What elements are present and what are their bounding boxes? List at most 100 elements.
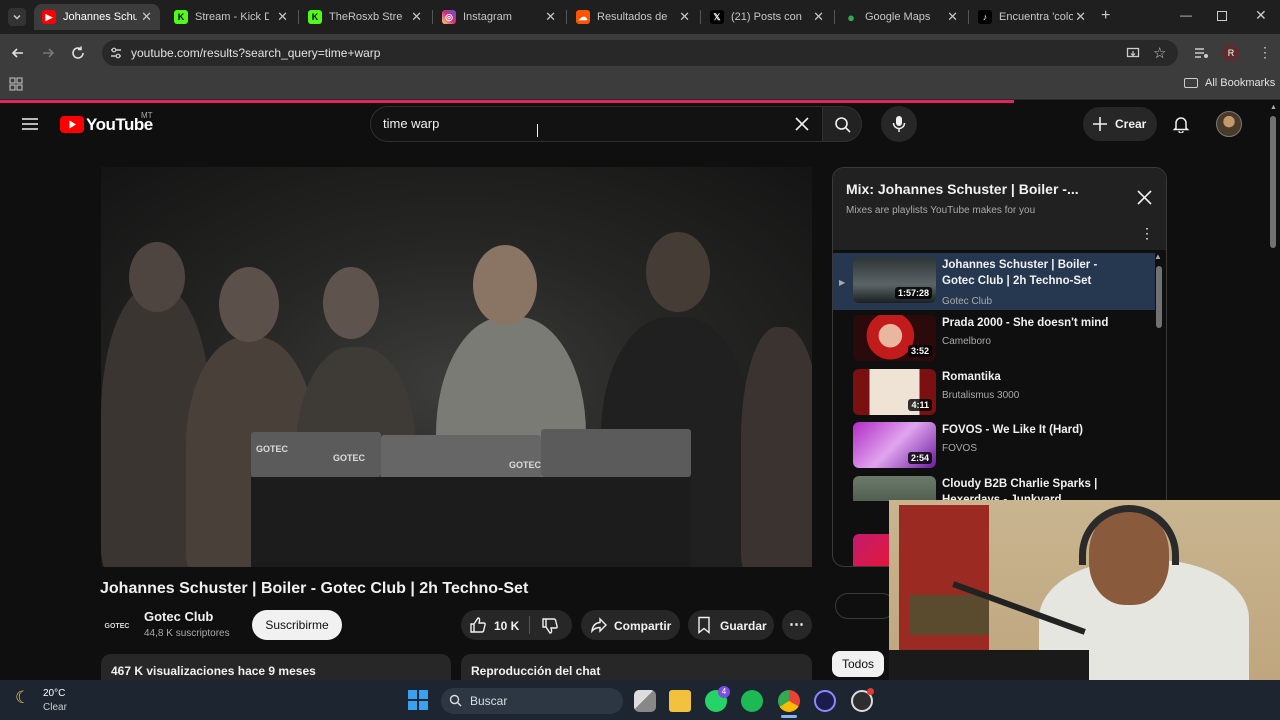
profile-avatar[interactable]: R bbox=[1222, 44, 1240, 62]
close-tab-icon[interactable]: ✕ bbox=[1075, 9, 1086, 25]
mix-menu-icon[interactable]: ⋮ bbox=[1140, 225, 1154, 242]
microphone-icon bbox=[892, 116, 906, 132]
playlist-item-current[interactable]: 1:57:28 Johannes Schuster | Boiler - Got… bbox=[833, 253, 1155, 310]
save-button-label: Guardar bbox=[720, 619, 767, 633]
playlist-item-title: Romantika bbox=[942, 371, 1001, 383]
chrome-icon[interactable] bbox=[778, 690, 800, 712]
crowd-head bbox=[323, 267, 379, 339]
subscribe-button[interactable]: Suscribirme bbox=[252, 610, 342, 640]
notifications-bell-icon[interactable] bbox=[1172, 115, 1190, 133]
deck-brand-label: GOTEC bbox=[333, 453, 366, 463]
search-icon bbox=[449, 694, 462, 707]
close-panel-icon[interactable] bbox=[1136, 189, 1153, 206]
page-scrollbar[interactable] bbox=[1270, 116, 1276, 248]
active-app-indicator bbox=[781, 715, 797, 718]
dj-deck bbox=[541, 429, 691, 477]
page-scroll-up-icon[interactable]: ▲ bbox=[1270, 104, 1277, 111]
windows-start-icon[interactable] bbox=[408, 690, 428, 710]
chrome-menu-icon[interactable]: ⋮ bbox=[1258, 44, 1272, 61]
close-tab-icon[interactable]: ✕ bbox=[813, 9, 824, 25]
moon-weather-icon: ☾ bbox=[15, 688, 31, 707]
tab-separator bbox=[432, 10, 433, 24]
task-view-icon[interactable] bbox=[634, 690, 656, 712]
apps-grid-icon[interactable] bbox=[9, 77, 23, 91]
chip-todos[interactable]: Todos bbox=[832, 651, 884, 677]
new-tab-button[interactable]: + bbox=[1101, 7, 1110, 25]
url-text[interactable]: youtube.com/results?search_query=time+wa… bbox=[131, 46, 380, 60]
mix-scrollbar[interactable] bbox=[1156, 266, 1162, 328]
dislike-thumb-icon[interactable] bbox=[541, 617, 559, 635]
soundcloud-icon: ☁ bbox=[576, 10, 590, 24]
kick-icon: K bbox=[308, 10, 322, 24]
browser-tab-kick-2[interactable]: K TheRosxb Stream ✕ bbox=[300, 4, 430, 30]
close-tab-icon[interactable]: ✕ bbox=[947, 9, 958, 25]
reload-icon[interactable] bbox=[70, 45, 86, 61]
restore-window-icon[interactable] bbox=[1217, 11, 1227, 21]
channel-name-link[interactable]: Gotec Club bbox=[144, 609, 213, 624]
like-thumb-icon[interactable] bbox=[469, 616, 487, 634]
deck-brand-label: GOTEC bbox=[509, 460, 542, 470]
search-input[interactable]: time warp bbox=[383, 116, 439, 131]
bookmark-star-icon[interactable]: ☆ bbox=[1153, 44, 1166, 62]
browser-tab-tiktok[interactable]: ♪ Encuentra 'colon ✕ bbox=[970, 4, 1094, 30]
browser-tab-x[interactable]: 𝕏 (21) Posts con co ✕ bbox=[702, 4, 832, 30]
back-arrow-icon[interactable] bbox=[10, 45, 26, 61]
like-count[interactable]: 10 K bbox=[494, 619, 519, 633]
close-tab-icon[interactable]: ✕ bbox=[277, 9, 288, 25]
mix-scroll-up-icon[interactable]: ▲ bbox=[1154, 252, 1162, 261]
forward-arrow-icon[interactable] bbox=[40, 45, 56, 61]
clear-search-icon[interactable] bbox=[793, 115, 811, 133]
close-tab-icon[interactable]: ✕ bbox=[679, 9, 690, 25]
weather-description[interactable]: Clear bbox=[43, 702, 67, 713]
site-info-icon[interactable] bbox=[109, 46, 123, 60]
voice-search-button[interactable] bbox=[881, 106, 917, 142]
browser-tab-soundcloud[interactable]: ☁ Resultados de ra ✕ bbox=[568, 4, 698, 30]
duration-badge: 1:57:28 bbox=[894, 287, 932, 299]
account-avatar[interactable] bbox=[1216, 111, 1242, 137]
spotify-icon[interactable] bbox=[741, 690, 763, 712]
hamburger-menu-icon[interactable] bbox=[21, 116, 39, 132]
like-divider bbox=[529, 616, 530, 634]
all-bookmarks-link[interactable]: All Bookmarks bbox=[1205, 77, 1275, 89]
minimize-window-icon[interactable]: — bbox=[1180, 8, 1192, 22]
video-player[interactable]: GOTEC GOTEC GOTEC bbox=[101, 167, 812, 567]
playlist-item-title: FOVOS - We Like It (Hard) bbox=[942, 424, 1083, 436]
playlist-item[interactable]: 2:54 FOVOS - We Like It (Hard) FOVOS bbox=[833, 418, 1155, 475]
browser-tab-google-maps[interactable]: ● Google Maps ✕ bbox=[836, 4, 966, 30]
file-explorer-icon[interactable] bbox=[669, 690, 691, 712]
create-button-label: Crear bbox=[1115, 117, 1147, 131]
weather-temperature[interactable]: 20°C bbox=[43, 688, 65, 699]
deck-brand-label: GOTEC bbox=[256, 444, 289, 454]
browser-tab-instagram[interactable]: ◎ Instagram ✕ bbox=[434, 4, 564, 30]
tab-search-button[interactable] bbox=[8, 8, 26, 26]
video-thumbnail bbox=[853, 534, 889, 566]
mix-title[interactable]: Mix: Johannes Schuster | Boiler -... bbox=[846, 181, 1106, 197]
playlist-item[interactable]: 3:52 Prada 2000 - She doesn't mind Camel… bbox=[833, 311, 1155, 368]
install-app-icon[interactable] bbox=[1126, 46, 1140, 60]
crowd-head bbox=[129, 242, 185, 312]
tab-separator bbox=[298, 10, 299, 24]
channel-avatar[interactable]: GOTEC bbox=[101, 610, 133, 642]
youtube-logo-icon[interactable] bbox=[60, 116, 84, 133]
bookmark-icon bbox=[698, 616, 710, 634]
browser-tab-youtube[interactable]: ▶ Johannes Schust ✕ bbox=[34, 4, 160, 30]
media-controls-icon[interactable] bbox=[1194, 46, 1209, 60]
taskbar-search-box[interactable] bbox=[441, 688, 623, 714]
close-tab-icon[interactable]: ✕ bbox=[545, 9, 556, 25]
search-button[interactable] bbox=[822, 106, 862, 142]
playlist-item[interactable]: Cloudy B2B Charlie Sparks | Hexerdays - … bbox=[833, 472, 1155, 501]
playlist-item[interactable]: 4:11 Romantika Brutalismus 3000 bbox=[833, 365, 1155, 422]
search-icon bbox=[835, 117, 851, 133]
tab-title: Johannes Schust bbox=[63, 11, 137, 23]
webcam-overlay bbox=[889, 500, 1280, 680]
close-window-icon[interactable]: ✕ bbox=[1255, 7, 1267, 24]
tab-title: Stream - Kick Da bbox=[195, 11, 269, 23]
crowd-figure bbox=[741, 327, 812, 567]
browser-tab-kick-1[interactable]: K Stream - Kick Da ✕ bbox=[166, 4, 296, 30]
obs-icon[interactable] bbox=[814, 690, 836, 712]
share-button-label: Compartir bbox=[614, 619, 672, 633]
playlist-item-channel: FOVOS bbox=[942, 443, 978, 454]
maps-pin-icon: ● bbox=[847, 9, 855, 25]
close-tab-icon[interactable]: ✕ bbox=[411, 9, 422, 25]
close-tab-icon[interactable]: ✕ bbox=[141, 9, 152, 25]
